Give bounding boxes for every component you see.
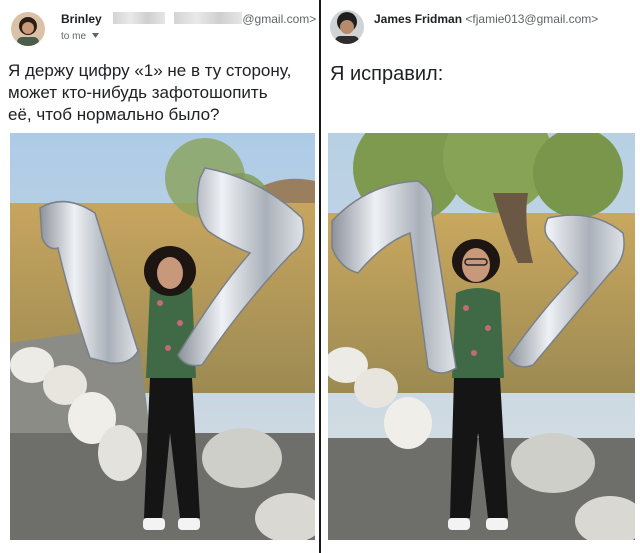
left-email-panel: Brinley @gmail.com> to me Я держу цифру … <box>0 0 319 553</box>
recipient-line[interactable]: to me <box>61 31 99 42</box>
sender-email: <fjamie013@gmail.com> <box>465 12 599 26</box>
sender-name[interactable]: James Fridman <box>374 12 462 26</box>
sender-line: Brinley @gmail.com> <box>61 12 316 26</box>
sender-line: James Fridman <fjamie013@gmail.com> <box>374 12 598 26</box>
chevron-down-icon[interactable] <box>91 31 99 42</box>
redacted-email-part <box>174 12 243 24</box>
message-body: Я исправил: <box>330 63 444 85</box>
sender-avatar[interactable] <box>11 12 45 46</box>
sender-name[interactable]: Brinley <box>61 12 102 26</box>
edited-photo <box>328 133 635 540</box>
sender-email: @gmail.com> <box>242 12 317 26</box>
original-photo <box>10 133 315 540</box>
message-body: Я держу цифру «1» не в ту сторону, может… <box>8 61 292 124</box>
recipient-label: to me <box>61 31 87 42</box>
redacted-email-part <box>113 12 166 24</box>
sender-avatar[interactable] <box>330 10 364 44</box>
screenshot-frame: Brinley @gmail.com> to me Я держу цифру … <box>0 0 640 553</box>
right-email-panel: James Fridman <fjamie013@gmail.com> Я ис… <box>321 0 640 553</box>
